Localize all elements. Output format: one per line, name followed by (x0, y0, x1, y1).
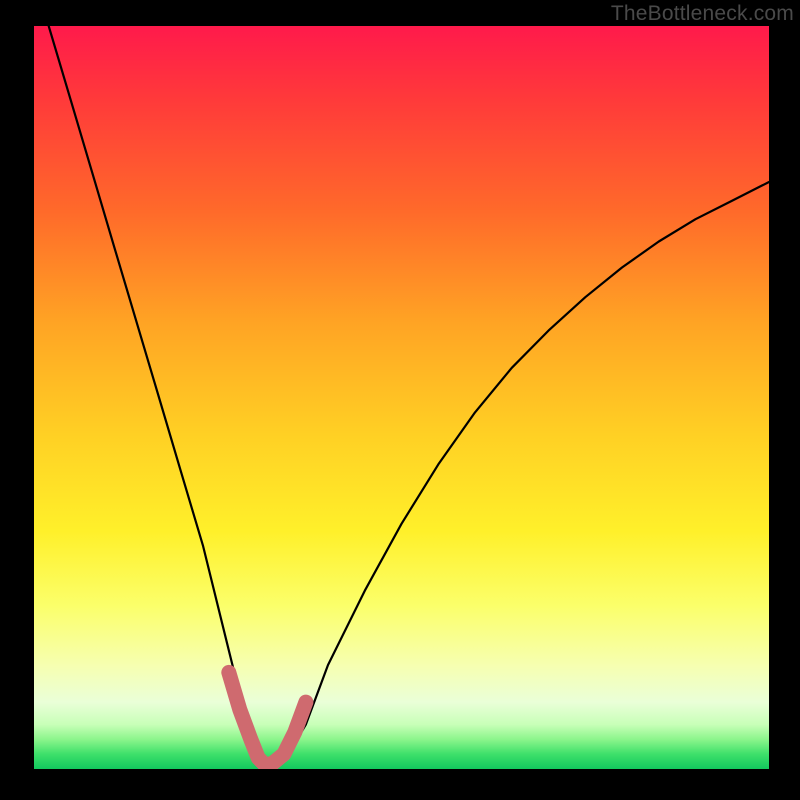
plot-area (34, 26, 769, 769)
highlight-segment-path (229, 672, 306, 765)
chart-frame: TheBottleneck.com (0, 0, 800, 800)
bottleneck-curve-path (49, 26, 769, 765)
chart-svg (34, 26, 769, 769)
watermark-text: TheBottleneck.com (611, 2, 794, 26)
